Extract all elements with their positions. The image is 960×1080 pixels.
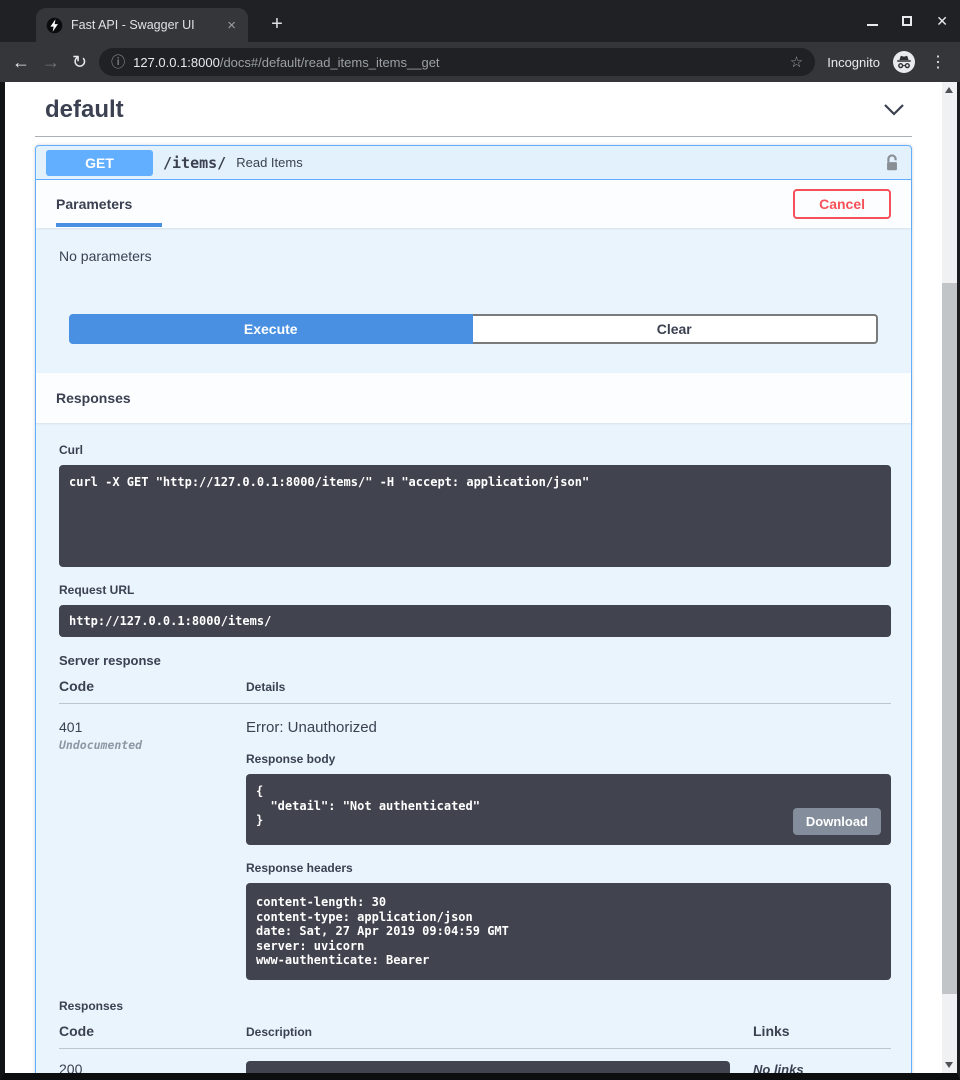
- server-response-row: 401 Undocumented Error: Unauthorized Res…: [59, 704, 891, 980]
- responses-inner: Curl curl -X GET "http://127.0.0.1:8000/…: [36, 423, 911, 1073]
- page-title: default: [45, 96, 124, 124]
- auth-lock-icon[interactable]: [883, 153, 901, 173]
- tag-section-header[interactable]: default: [5, 82, 942, 124]
- url-host: 127.0.0.1:8000: [133, 55, 220, 70]
- links-column-header: Links: [753, 1023, 891, 1039]
- maximize-icon[interactable]: [902, 16, 912, 26]
- status-code: 401: [59, 719, 246, 735]
- close-icon[interactable]: ✕: [936, 14, 948, 28]
- swagger-page: default GET /items/ Read Items: [5, 82, 942, 1073]
- curl-label: Curl: [59, 443, 891, 457]
- response-headers-code: content-length: 30 content-type: applica…: [246, 883, 891, 980]
- tab-parameters: Parameters: [56, 181, 162, 227]
- links-cell: No links: [753, 1061, 891, 1074]
- responses-table-label: Responses: [59, 999, 891, 1013]
- curl-command: curl -X GET "http://127.0.0.1:8000/items…: [59, 465, 891, 567]
- responses-section-header: Responses: [36, 373, 911, 423]
- execute-row: Execute Clear: [36, 298, 911, 373]
- download-button[interactable]: Download: [793, 808, 881, 835]
- scrollbar-up-icon[interactable]: [945, 87, 953, 93]
- site-info-icon[interactable]: ⓘ: [111, 55, 125, 69]
- section-divider: [35, 136, 912, 137]
- method-badge: GET: [46, 150, 153, 176]
- code-column-header: Code: [59, 678, 246, 694]
- window-frame: default GET /items/ Read Items: [0, 82, 960, 1080]
- undocumented-note: Undocumented: [59, 738, 246, 752]
- back-icon[interactable]: ←: [12, 53, 30, 71]
- status-code: 200: [59, 1061, 246, 1074]
- fastapi-favicon-icon: [46, 17, 63, 34]
- description-column-header: Description: [246, 1025, 753, 1039]
- documented-responses-table: Code Description Links 200 Successful Re…: [59, 1023, 891, 1074]
- details-cell: Error: Unauthorized Response body { "det…: [246, 719, 891, 980]
- status-code-cell: 200: [59, 1061, 246, 1074]
- operation-summary: Read Items: [236, 155, 302, 170]
- browser-toolbar: ← → ↻ ⓘ 127.0.0.1:8000/docs#/default/rea…: [0, 42, 960, 82]
- details-column-header: Details: [246, 680, 891, 694]
- tab-close-icon[interactable]: ×: [225, 18, 238, 33]
- response-body-wrap: { "detail": "Not authenticated" } Downlo…: [246, 774, 891, 845]
- browser-titlebar: Fast API - Swagger UI × + ✕: [0, 0, 960, 42]
- browser-window: Fast API - Swagger UI × + ✕ ← → ↻ ⓘ 127.…: [0, 0, 960, 1080]
- opblock-get-items: GET /items/ Read Items Parameters Cancel…: [35, 145, 912, 1073]
- cancel-button[interactable]: Cancel: [793, 189, 891, 219]
- minimize-icon[interactable]: [867, 24, 878, 26]
- code-column-header: Code: [59, 1023, 246, 1039]
- incognito-icon: [892, 50, 916, 74]
- new-tab-button[interactable]: +: [264, 11, 290, 37]
- response-body-label: Response body: [246, 752, 891, 766]
- browser-tab[interactable]: Fast API - Swagger UI ×: [36, 8, 248, 42]
- no-parameters-message: No parameters: [36, 228, 911, 298]
- tab-title: Fast API - Swagger UI: [71, 18, 217, 32]
- bookmark-star-icon[interactable]: ☆: [790, 53, 803, 71]
- documented-responses-head: Code Description Links: [59, 1023, 891, 1049]
- opblock-summary[interactable]: GET /items/ Read Items: [36, 146, 911, 180]
- address-bar[interactable]: ⓘ 127.0.0.1:8000/docs#/default/read_item…: [99, 48, 815, 76]
- chevron-down-icon[interactable]: [882, 103, 906, 117]
- no-links-text: No links: [753, 1062, 804, 1074]
- window-controls: ✕: [867, 12, 948, 30]
- reload-icon[interactable]: ↻: [72, 53, 87, 71]
- request-url-label: Request URL: [59, 583, 891, 597]
- url-text: 127.0.0.1:8000/docs#/default/read_items_…: [133, 55, 782, 70]
- menu-kebab-icon[interactable]: ⋮: [928, 52, 948, 72]
- server-response-label: Server response: [59, 653, 891, 668]
- server-response-table: Code Details 401 Undocumented Error: Una…: [59, 678, 891, 980]
- scrollbar-thumb[interactable]: [942, 283, 957, 994]
- request-url-value: http://127.0.0.1:8000/items/: [59, 605, 891, 637]
- incognito-label: Incognito: [827, 55, 880, 70]
- response-headers-label: Response headers: [246, 861, 891, 875]
- clear-button[interactable]: Clear: [473, 314, 879, 344]
- url-path: /docs#/default/read_items_items__get: [220, 55, 440, 70]
- status-code-cell: 401 Undocumented: [59, 719, 246, 980]
- error-description: Error: Unauthorized: [246, 719, 891, 736]
- server-response-table-head: Code Details: [59, 678, 891, 704]
- execute-button-group: Execute Clear: [69, 314, 878, 344]
- table-row: 200 Successful Response No links: [59, 1049, 891, 1074]
- parameters-header: Parameters Cancel: [36, 180, 911, 228]
- forward-icon[interactable]: →: [42, 53, 60, 71]
- operation-path: /items/: [163, 154, 226, 172]
- execute-button[interactable]: Execute: [69, 314, 473, 344]
- description-cell: Successful Response: [246, 1061, 753, 1074]
- scrollbar-down-icon[interactable]: [945, 1062, 953, 1068]
- response-description: Successful Response: [246, 1061, 730, 1074]
- page-scrollbar[interactable]: [942, 82, 957, 1073]
